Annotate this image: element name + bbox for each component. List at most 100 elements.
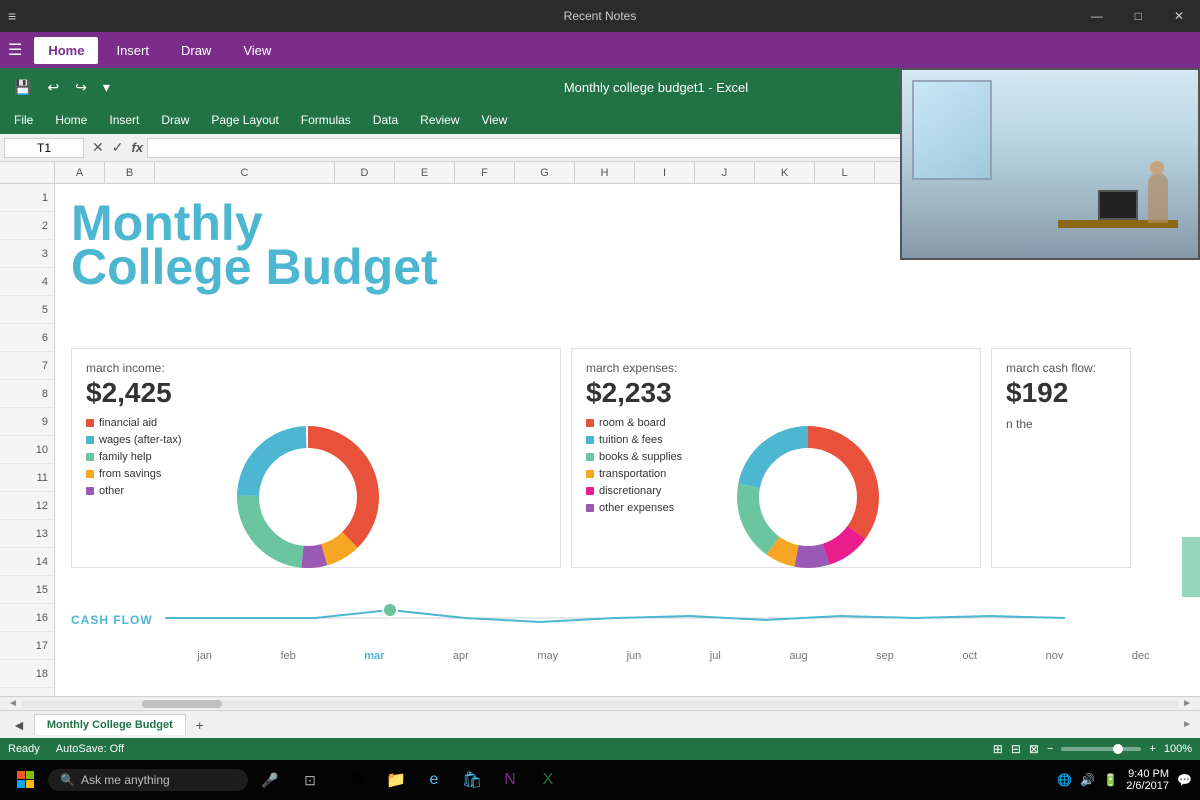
- undo-button[interactable]: ↩: [41, 77, 65, 98]
- menu-file[interactable]: File: [4, 109, 43, 131]
- col-j[interactable]: J: [695, 162, 755, 183]
- menu-formulas[interactable]: Formulas: [291, 109, 361, 131]
- add-sheet-button[interactable]: +: [190, 715, 210, 735]
- cortana-button[interactable]: 🎤: [252, 762, 288, 798]
- tab-view[interactable]: View: [229, 37, 285, 64]
- taskbar-mail-app[interactable]: ✉: [340, 762, 376, 798]
- col-f[interactable]: F: [455, 162, 515, 183]
- month-may: may: [537, 650, 558, 662]
- formula-fx-label: fx: [131, 140, 143, 155]
- row-num-corner: [0, 162, 54, 184]
- more-tools-button[interactable]: ▾: [97, 77, 116, 98]
- taskbar-time-display: 9:40 PM: [1126, 768, 1169, 780]
- pip-video: [902, 70, 1198, 258]
- cancel-formula-icon[interactable]: ✕: [92, 139, 104, 156]
- menu-home[interactable]: Home: [45, 109, 97, 131]
- month-nov: nov: [1046, 650, 1064, 662]
- month-dec: dec: [1132, 650, 1150, 662]
- cashflow-label: march cash flow:: [1006, 361, 1116, 375]
- month-mar: mar: [364, 650, 384, 662]
- taskbar-battery-icon: 🔋: [1103, 773, 1118, 787]
- normal-view-button[interactable]: ⊞: [993, 742, 1003, 756]
- taskbar-onenote-app[interactable]: N: [492, 762, 528, 798]
- expenses-chart-label: march expenses:: [586, 361, 966, 375]
- taskbar-apps: ✉ 📁 e 🛍 N X: [340, 762, 566, 798]
- tab-insert[interactable]: Insert: [102, 37, 163, 64]
- scrollbar-thumb[interactable]: [142, 700, 222, 708]
- task-view-button[interactable]: ⊡: [292, 762, 328, 798]
- page-break-view-button[interactable]: ⊠: [1029, 742, 1039, 756]
- taskbar-edge-app[interactable]: e: [416, 762, 452, 798]
- month-feb: feb: [280, 650, 295, 662]
- status-ready: Ready: [8, 743, 40, 755]
- tab-draw[interactable]: Draw: [167, 37, 225, 64]
- expenses-donut-svg: [728, 417, 888, 577]
- menu-page-layout[interactable]: Page Layout: [201, 109, 288, 131]
- income-chart-panel: march income: $2,425 financial aid: [71, 348, 561, 568]
- col-b[interactable]: B: [105, 162, 155, 183]
- col-g[interactable]: G: [515, 162, 575, 183]
- save-button[interactable]: 💾: [8, 77, 37, 98]
- col-d[interactable]: D: [335, 162, 395, 183]
- col-e[interactable]: E: [395, 162, 455, 183]
- taskbar-files-app[interactable]: 📁: [378, 762, 414, 798]
- hamburger-icon[interactable]: ☰: [8, 40, 22, 60]
- page-layout-view-button[interactable]: ⊟: [1011, 742, 1021, 756]
- cashflow-amount: $192: [1006, 377, 1116, 409]
- maximize-button[interactable]: □: [1127, 7, 1150, 25]
- status-bar-right: ⊞ ⊟ ⊠ − + 100%: [993, 742, 1192, 756]
- menu-insert[interactable]: Insert: [99, 109, 149, 131]
- title-bar-controls[interactable]: — □ ✕: [1083, 7, 1192, 25]
- month-sep: sep: [876, 650, 894, 662]
- legend-family-help: family help: [86, 451, 216, 463]
- close-button[interactable]: ✕: [1166, 7, 1192, 25]
- row-11: 11: [0, 464, 54, 492]
- row-14: 14: [0, 548, 54, 576]
- col-c[interactable]: C: [155, 162, 335, 183]
- formula-icons: ✕ ✓: [92, 139, 123, 156]
- zoom-slider[interactable]: [1061, 747, 1141, 751]
- expenses-chart-amount: $2,233: [586, 377, 966, 409]
- scroll-left-tabs[interactable]: ◄: [8, 717, 30, 733]
- cashflow-chart-row: CASH FLOW: [71, 598, 1184, 642]
- month-jun: jun: [627, 650, 642, 662]
- confirm-formula-icon[interactable]: ✓: [112, 139, 124, 156]
- menu-data[interactable]: Data: [363, 109, 408, 131]
- taskbar-volume-icon: 🔊: [1080, 773, 1095, 787]
- cell-reference-input[interactable]: [4, 138, 84, 158]
- tab-home[interactable]: Home: [34, 37, 98, 64]
- minimize-button[interactable]: —: [1083, 7, 1111, 25]
- col-k[interactable]: K: [755, 162, 815, 183]
- col-a[interactable]: A: [55, 162, 105, 183]
- redo-button[interactable]: ↪: [69, 77, 93, 98]
- menu-view[interactable]: View: [472, 109, 518, 131]
- taskbar-search[interactable]: 🔍 Ask me anything: [48, 769, 248, 791]
- menu-draw[interactable]: Draw: [151, 109, 199, 131]
- folder-icon: 📁: [386, 770, 406, 790]
- notification-button[interactable]: 💬: [1177, 773, 1192, 787]
- sheet-tab-monthly-budget[interactable]: Monthly College Budget: [34, 714, 186, 735]
- horizontal-scrollbar[interactable]: ◄ ►: [0, 696, 1200, 710]
- legend-other-expenses: other expenses: [586, 502, 716, 514]
- mail-icon: ✉: [351, 770, 364, 790]
- taskbar-store-app[interactable]: 🛍: [454, 762, 490, 798]
- taskbar-excel-app[interactable]: X: [530, 762, 566, 798]
- windows-logo-icon: [17, 771, 35, 789]
- taskbar-datetime[interactable]: 9:40 PM 2/6/2017: [1126, 768, 1169, 792]
- row-9: 9: [0, 408, 54, 436]
- zoom-in-button[interactable]: +: [1149, 743, 1155, 755]
- zoom-level: 100%: [1164, 743, 1192, 755]
- start-button[interactable]: [8, 762, 44, 798]
- zoom-out-button[interactable]: −: [1047, 743, 1053, 755]
- row-10: 10: [0, 436, 54, 464]
- col-h[interactable]: H: [575, 162, 635, 183]
- scroll-right-tabs[interactable]: ►: [1182, 719, 1192, 730]
- col-l[interactable]: L: [815, 162, 875, 183]
- title-bar-left: ≡: [8, 8, 16, 24]
- legend-dot-room-board: [586, 419, 594, 427]
- col-i[interactable]: I: [635, 162, 695, 183]
- expenses-chart-panel: march expenses: $2,233 room & board: [571, 348, 981, 568]
- legend-dot-tuition-fees: [586, 436, 594, 444]
- menu-review[interactable]: Review: [410, 109, 469, 131]
- month-aug: aug: [789, 650, 807, 662]
